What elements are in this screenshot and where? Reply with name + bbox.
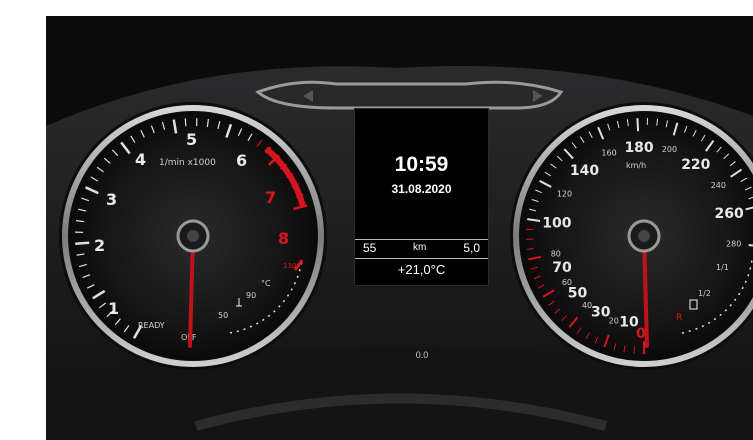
speed-number-160: 160 <box>601 149 616 158</box>
speed-number-180: 180 <box>624 140 653 156</box>
outside-temperature: +21,0°C <box>397 262 446 277</box>
tach-number-2: 2 <box>94 236 105 255</box>
fuel-reserve-label: R <box>676 313 682 323</box>
speed-number-60: 60 <box>562 278 572 287</box>
speed-number-260: 260 <box>715 206 744 222</box>
trip-unit: km <box>413 242 427 253</box>
speed-number-0: 0 <box>636 326 646 342</box>
speed-number-80: 80 <box>551 249 561 258</box>
trip-right-value: 5,0 <box>463 241 480 255</box>
display-divider-top <box>355 239 488 240</box>
trip-left-value: 55 <box>363 241 377 255</box>
tach-number-1: 1 <box>108 299 119 318</box>
speed-number-120: 120 <box>557 189 572 198</box>
speed-number-40: 40 <box>582 301 592 310</box>
speed-number-200: 200 <box>662 145 677 154</box>
fuel-half-label: 1/2 <box>698 289 711 298</box>
tachometer-gauge: 1 2 3 4 5 6 7 8 1/min x1000 READY OFF °C… <box>59 102 327 370</box>
tach-number-6: 6 <box>236 151 247 170</box>
speed-number-30: 30 <box>591 305 611 321</box>
tach-number-8: 8 <box>278 229 289 248</box>
speed-number-100: 100 <box>542 215 571 231</box>
center-display: 10:59 31.08.2020 55 km 5,0 +21,0°C <box>354 108 489 286</box>
instrument-cluster: 1 2 3 4 5 6 7 8 1/min x1000 READY OFF °C… <box>46 16 753 440</box>
tach-number-3: 3 <box>106 190 117 209</box>
speed-number-240: 240 <box>711 181 726 190</box>
tachometer-hub-center <box>187 230 199 242</box>
tach-tick <box>75 241 90 245</box>
coolant-temp-90: 90 <box>246 291 256 300</box>
speed-number-220: 220 <box>681 157 710 173</box>
coolant-temp-130: 130 <box>283 262 296 270</box>
speed-number-140: 140 <box>570 163 599 179</box>
tach-number-5: 5 <box>186 130 197 149</box>
speed-number-280: 280 <box>726 239 741 248</box>
coolant-temp-50: 50 <box>218 311 228 320</box>
trip-row: 55 km 5,0 <box>355 241 488 257</box>
coolant-temp-unit: °C <box>261 279 271 288</box>
speed-tick <box>636 118 640 132</box>
tach-number-7: 7 <box>265 188 276 207</box>
speed-number-70: 70 <box>552 260 572 276</box>
fuel-full-label: 1/1 <box>716 263 729 272</box>
tach-tick <box>184 118 187 127</box>
display-divider-bottom <box>355 258 488 259</box>
tach-unit-label: 1/min x1000 <box>159 158 216 168</box>
odometer-reading: 0.0 <box>415 350 429 360</box>
speed-unit-label: km/h <box>626 161 646 170</box>
clock-time: 10:59 <box>394 153 449 176</box>
speed-number-50: 50 <box>568 286 588 302</box>
speedometer-hub-center <box>638 230 650 242</box>
speed-tick <box>633 346 635 354</box>
tach-number-4: 4 <box>135 150 146 169</box>
tach-ready-label: READY <box>138 321 165 330</box>
clock-date: 31.08.2020 <box>391 182 452 196</box>
speed-tick <box>748 244 753 247</box>
